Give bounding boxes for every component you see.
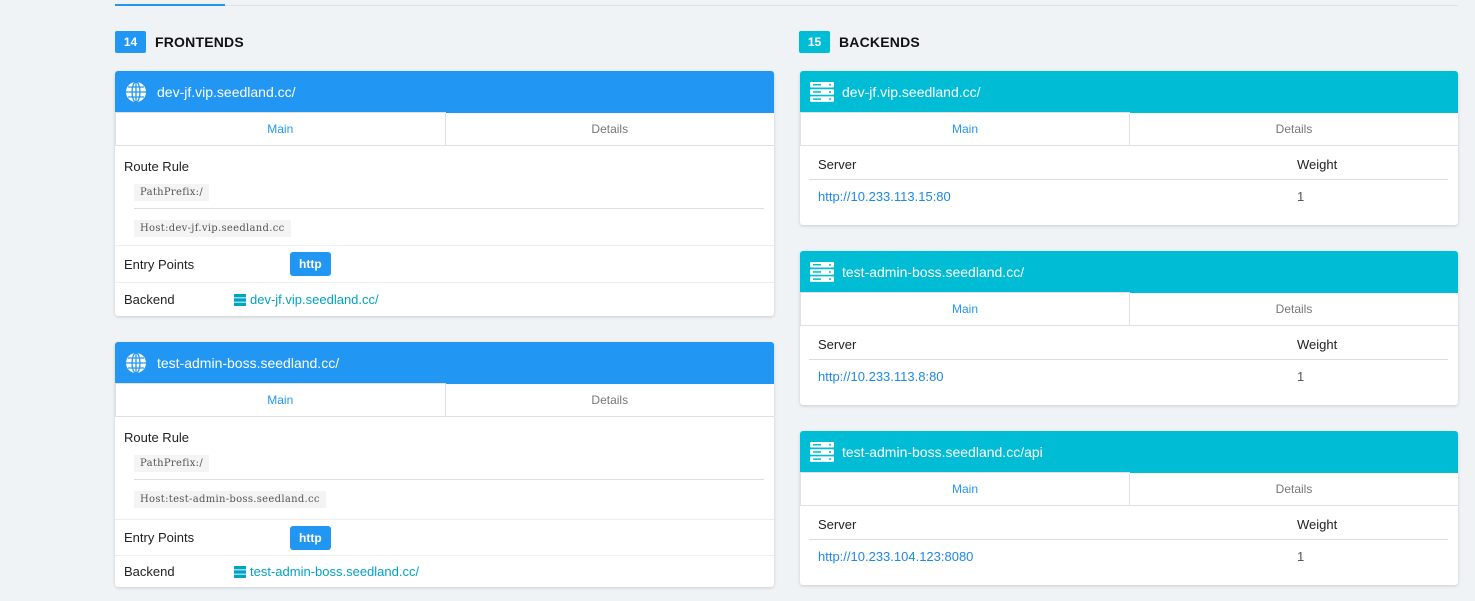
rule-divider — [134, 479, 764, 480]
server-table-header: Server Weight — [809, 506, 1448, 540]
entry-points-label: Entry Points — [124, 530, 195, 545]
server-weight: 1 — [1297, 188, 1305, 204]
server-url-link[interactable]: http://10.233.113.15:80 — [809, 189, 1287, 204]
globe-icon — [125, 352, 147, 374]
server-column-header: Server — [818, 157, 857, 172]
entry-point-badge[interactable]: http — [290, 252, 331, 276]
server-icon — [810, 261, 834, 283]
weight-column-header: Weight — [1297, 517, 1338, 532]
tab-details[interactable]: Details — [446, 113, 775, 145]
backends-title: BACKENDS — [839, 34, 920, 50]
backend-name: dev-jf.vip.seedland.cc/ — [842, 84, 981, 100]
server-icon — [234, 565, 246, 578]
server-icon — [810, 81, 834, 103]
backend-link[interactable]: test-admin-boss.seedland.cc/ — [234, 564, 419, 579]
frontend-tabs: Main Details — [115, 112, 775, 146]
backend-link-label: dev-jf.vip.seedland.cc/ — [250, 292, 379, 307]
tab-details[interactable]: Details — [446, 384, 775, 416]
backend-row: Backend test-admin-boss.seedland.cc/ — [115, 556, 774, 587]
backend-tabs: Main Details — [800, 472, 1458, 506]
tab-main[interactable]: Main — [115, 112, 446, 145]
route-rule-label: Route Rule — [124, 430, 190, 445]
table-row: http://10.233.113.8:80 1 — [809, 360, 1448, 392]
backends-header: 15 BACKENDS — [799, 31, 920, 53]
backend-label: Backend — [124, 564, 175, 579]
frontend-card: dev-jf.vip.seedland.cc/ Main Details Rou… — [115, 71, 774, 316]
active-tab-indicator — [115, 4, 225, 6]
backend-row: Backend dev-jf.vip.seedland.cc/ — [115, 283, 774, 316]
entry-points-row: Entry Points http — [115, 246, 774, 283]
rule-divider — [134, 208, 764, 209]
tab-details[interactable]: Details — [1130, 473, 1458, 505]
frontend-card-header: dev-jf.vip.seedland.cc/ — [115, 71, 774, 113]
entry-points-row: Entry Points http — [115, 520, 774, 556]
tab-details[interactable]: Details — [1130, 293, 1458, 325]
backend-card: test-admin-boss.seedland.cc/ Main Detail… — [800, 251, 1458, 405]
backend-link[interactable]: dev-jf.vip.seedland.cc/ — [234, 292, 379, 307]
backends-count-badge: 15 — [799, 31, 830, 53]
server-column-header: Server — [818, 517, 857, 532]
tab-details[interactable]: Details — [1130, 113, 1458, 145]
backend-name: test-admin-boss.seedland.cc/api — [842, 444, 1043, 460]
server-url-link[interactable]: http://10.233.104.123:8080 — [809, 549, 1287, 564]
backend-card: dev-jf.vip.seedland.cc/ Main Details Ser… — [800, 71, 1458, 225]
server-table-header: Server Weight — [809, 146, 1448, 180]
backend-label: Backend — [124, 292, 175, 307]
server-url-link[interactable]: http://10.233.113.8:80 — [809, 369, 1287, 384]
backend-card: test-admin-boss.seedland.cc/api Main Det… — [800, 431, 1458, 585]
tab-main[interactable]: Main — [800, 472, 1130, 505]
frontend-name: test-admin-boss.seedland.cc/ — [157, 355, 340, 371]
route-rule-host: Host:dev-jf.vip.seedland.cc — [134, 220, 291, 237]
globe-icon — [125, 81, 147, 103]
backend-link-label: test-admin-boss.seedland.cc/ — [250, 564, 420, 579]
frontends-count-badge: 14 — [115, 31, 146, 53]
route-rule-host: Host:test-admin-boss.seedland.cc — [134, 491, 326, 508]
server-table: Server Weight http://10.233.113.15:80 1 — [800, 146, 1458, 212]
server-table: Server Weight http://10.233.104.123:8080… — [800, 506, 1458, 572]
route-rule-section: Route Rule PathPrefix:/ Host:dev-jf.vip.… — [115, 146, 774, 246]
weight-column-header: Weight — [1297, 157, 1338, 172]
server-table-header: Server Weight — [809, 326, 1448, 360]
frontend-tabs: Main Details — [115, 383, 775, 417]
entry-points-label: Entry Points — [124, 256, 195, 272]
backend-name: test-admin-boss.seedland.cc/ — [842, 264, 1025, 280]
entry-point-badge[interactable]: http — [290, 525, 331, 550]
server-table: Server Weight http://10.233.113.8:80 1 — [800, 326, 1458, 392]
frontend-card-header: test-admin-boss.seedland.cc/ — [115, 342, 774, 384]
server-weight: 1 — [1297, 368, 1305, 384]
table-row: http://10.233.113.15:80 1 — [809, 180, 1448, 212]
route-rule-label: Route Rule — [124, 159, 190, 174]
frontend-card: test-admin-boss.seedland.cc/ Main Detail… — [115, 342, 774, 587]
frontends-title: FRONTENDS — [155, 34, 244, 50]
tab-main[interactable]: Main — [800, 112, 1130, 145]
server-icon — [810, 441, 834, 463]
backend-tabs: Main Details — [800, 112, 1458, 146]
server-icon — [234, 293, 246, 306]
route-rule-path: PathPrefix:/ — [134, 455, 210, 472]
frontend-name: dev-jf.vip.seedland.cc/ — [157, 84, 296, 100]
backend-card-header: test-admin-boss.seedland.cc/api — [800, 431, 1458, 473]
route-rule-section: Route Rule PathPrefix:/ Host:test-admin-… — [115, 417, 774, 520]
weight-column-header: Weight — [1297, 337, 1338, 352]
table-row: http://10.233.104.123:8080 1 — [809, 540, 1448, 572]
tab-main[interactable]: Main — [115, 383, 446, 416]
server-weight: 1 — [1297, 548, 1305, 564]
server-column-header: Server — [818, 337, 857, 352]
top-divider — [115, 5, 1458, 6]
backend-card-header: dev-jf.vip.seedland.cc/ — [800, 71, 1458, 113]
tab-main[interactable]: Main — [800, 292, 1130, 325]
backend-card-header: test-admin-boss.seedland.cc/ — [800, 251, 1458, 293]
frontends-header: 14 FRONTENDS — [115, 31, 244, 53]
route-rule-path: PathPrefix:/ — [134, 184, 210, 201]
backend-tabs: Main Details — [800, 292, 1458, 326]
